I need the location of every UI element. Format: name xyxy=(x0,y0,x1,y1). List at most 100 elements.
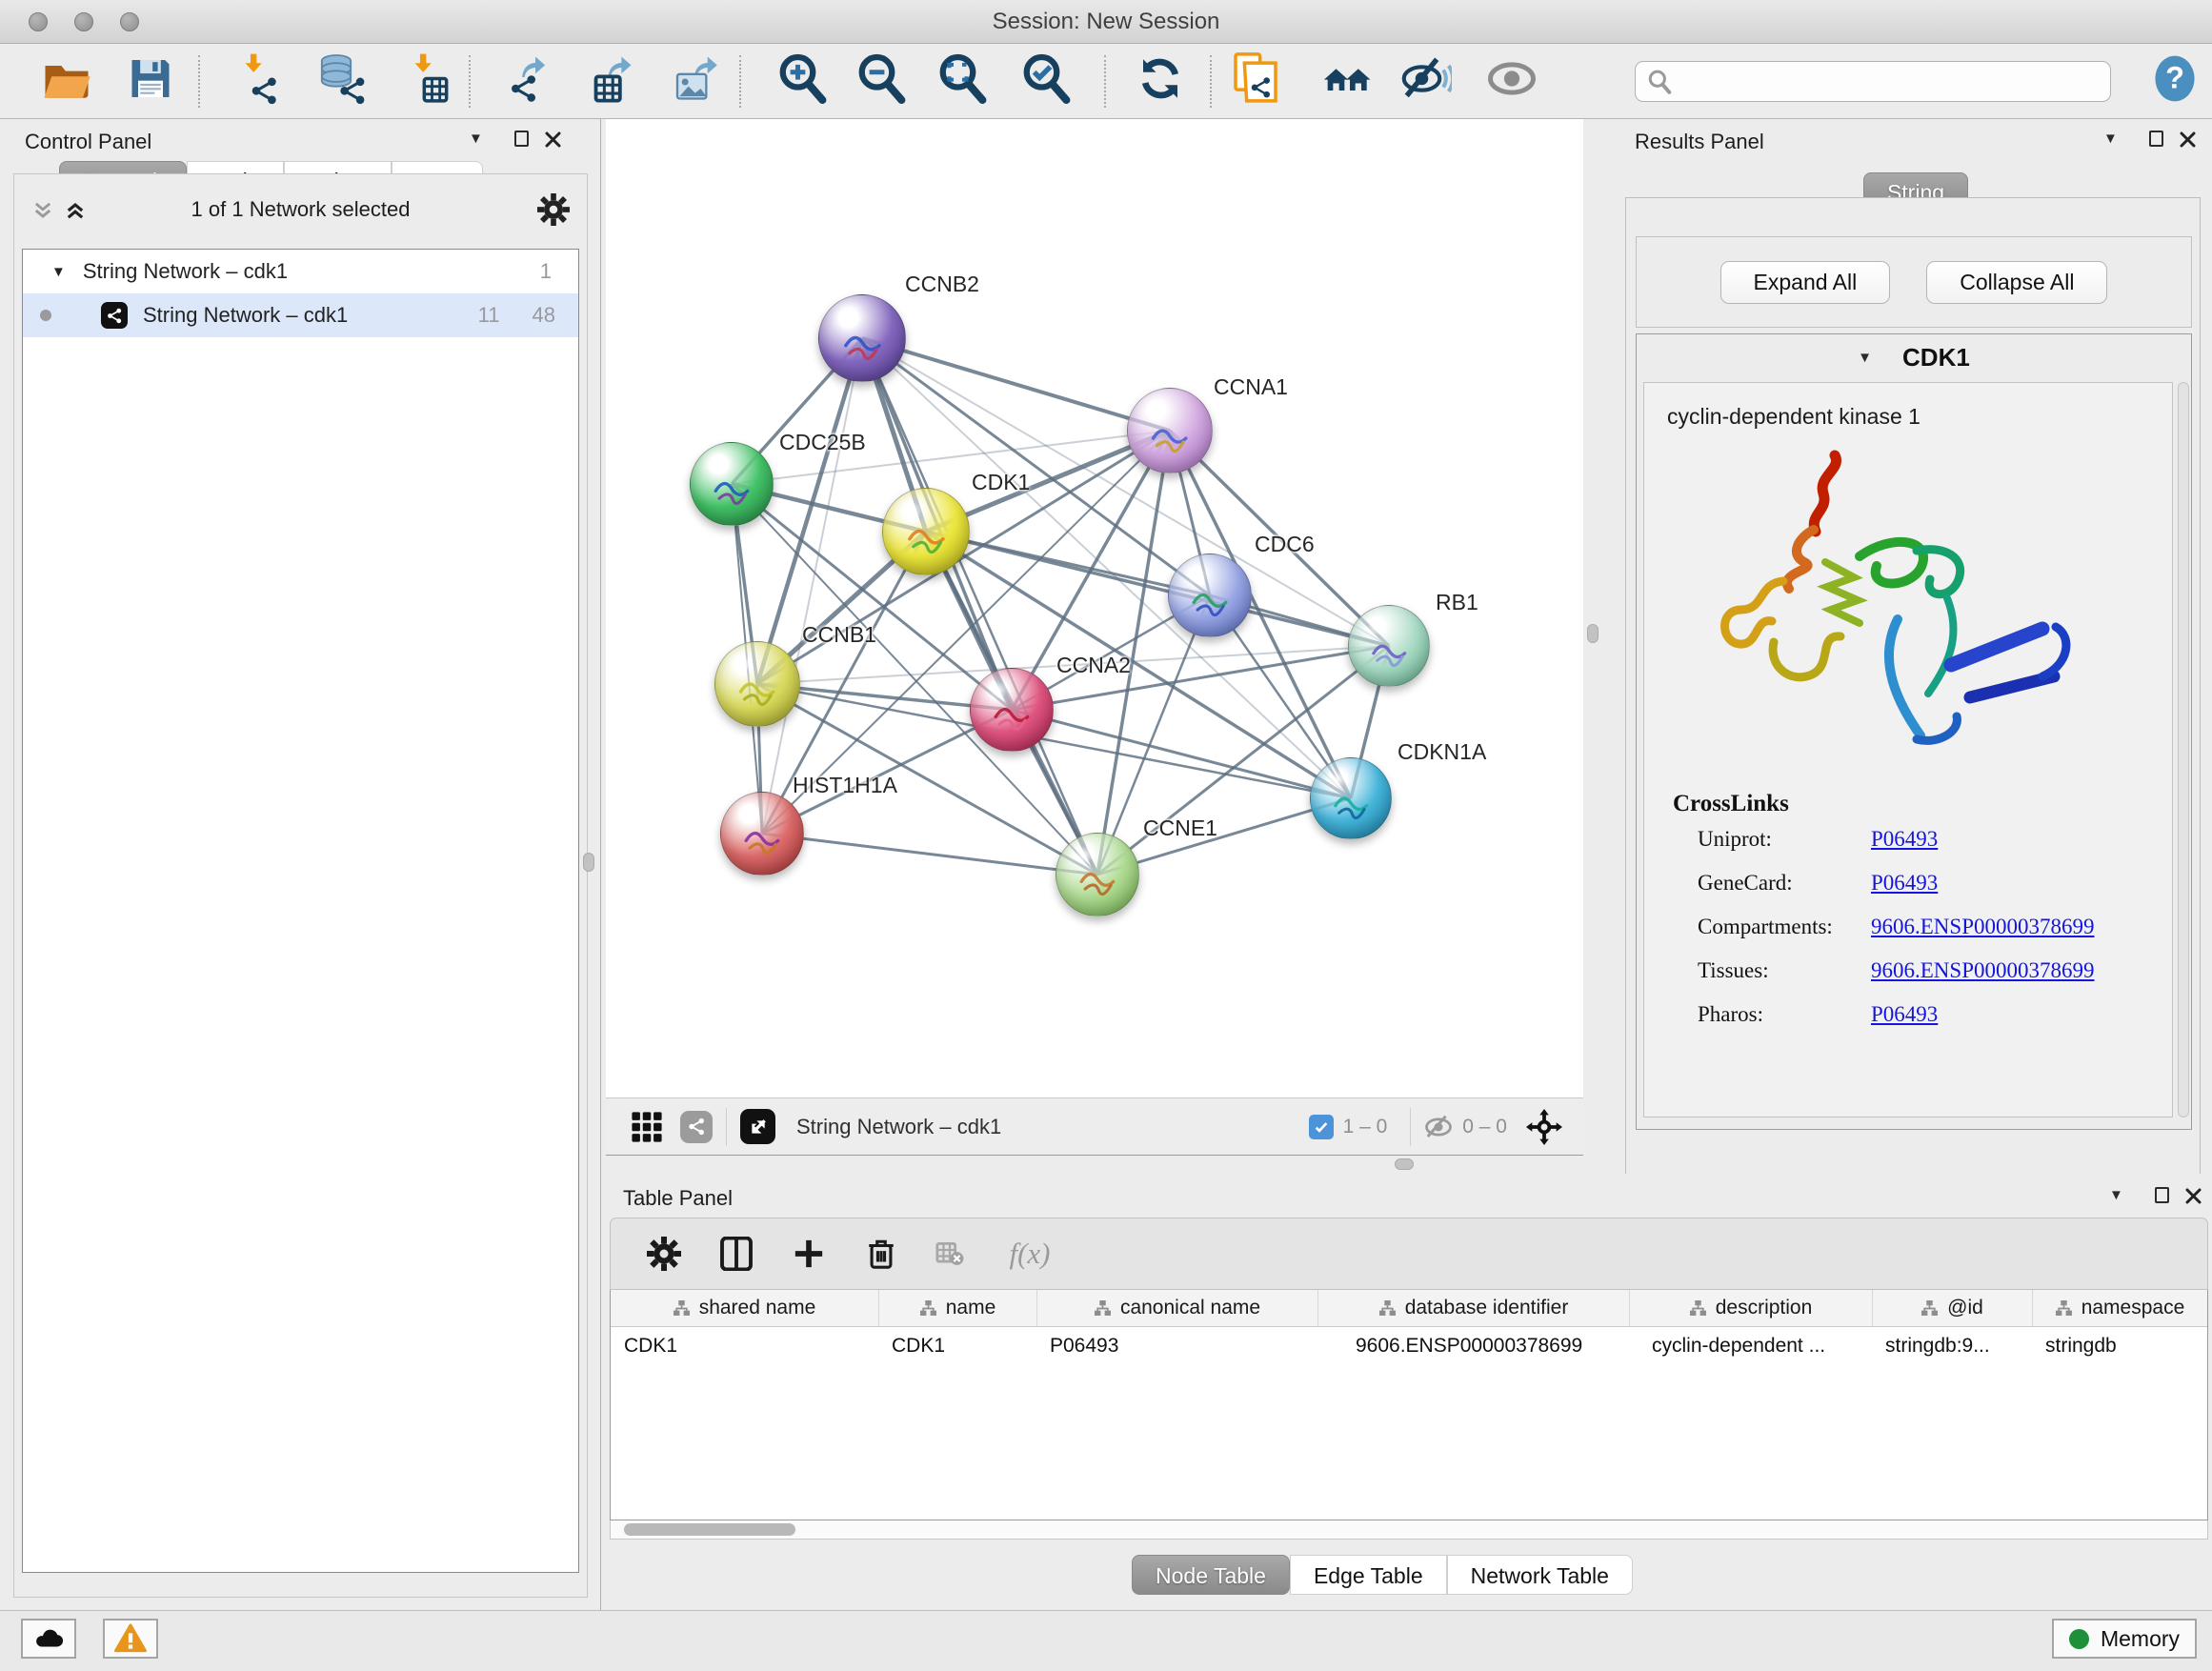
tab-network-table[interactable]: Network Table xyxy=(1447,1555,1633,1595)
network-node-CDC6[interactable] xyxy=(1168,554,1252,637)
toolbar-separator xyxy=(739,55,741,108)
tab-node-table[interactable]: Node Table xyxy=(1132,1555,1290,1595)
zoom-in-button[interactable] xyxy=(776,53,828,110)
results-panel: Results Panel ▼ String Expand All Collap… xyxy=(1619,119,2212,1174)
left-splitter-handle[interactable] xyxy=(583,853,594,872)
create-column-icon[interactable] xyxy=(793,1238,825,1270)
float-panel-icon[interactable] xyxy=(514,131,529,147)
cell-namespace[interactable]: stringdb xyxy=(2032,1327,2207,1367)
network-collection-row[interactable]: ▼ String Network – cdk1 1 xyxy=(23,250,578,293)
crosslink-link[interactable]: P06493 xyxy=(1871,827,1938,852)
collapse-panel-icon[interactable]: ▼ xyxy=(2103,131,2118,147)
network-node-CDKN1A[interactable] xyxy=(1310,757,1392,839)
column-type-icon xyxy=(1095,1300,1111,1317)
cell-name[interactable]: CDK1 xyxy=(878,1327,1036,1367)
cell-database-identifier[interactable]: 9606.ENSP00000378699 xyxy=(1317,1327,1629,1367)
network-node-HIST1H1A[interactable] xyxy=(720,792,804,876)
network-options-gear-icon[interactable] xyxy=(537,193,570,226)
search-box[interactable] xyxy=(1635,61,2111,102)
collection-expand-icon[interactable]: ▼ xyxy=(51,264,66,280)
refresh-button[interactable] xyxy=(1135,53,1186,110)
collapse-all-button[interactable]: Collapse All xyxy=(1926,261,2107,304)
show-columns-icon[interactable] xyxy=(719,1237,754,1271)
hidden-eye-icon[interactable] xyxy=(1424,1113,1453,1141)
network-node-CDC25B[interactable] xyxy=(690,442,774,526)
cell-id[interactable]: stringdb:9... xyxy=(1872,1327,2032,1367)
toolbar-separator xyxy=(1104,55,1106,108)
main-toolbar: ? xyxy=(0,44,2212,119)
table-row[interactable]: CDK1 CDK1 P06493 9606.ENSP00000378699 cy… xyxy=(611,1327,2207,1367)
function-builder-icon[interactable]: f(x) xyxy=(1009,1237,1050,1271)
delete-table-icon[interactable] xyxy=(935,1239,964,1268)
zoom-out-button[interactable] xyxy=(855,53,907,110)
save-session-button[interactable] xyxy=(126,54,175,109)
zoom-fit-button[interactable] xyxy=(936,53,988,110)
network-node-CCNA2[interactable] xyxy=(970,668,1054,752)
export-image-button[interactable] xyxy=(671,52,724,111)
export-table-button[interactable] xyxy=(587,52,640,111)
hide-unhide-button[interactable] xyxy=(1400,53,1452,110)
collapse-panel-icon[interactable]: ▼ xyxy=(2109,1187,2123,1203)
tab-edge-table[interactable]: Edge Table xyxy=(1290,1555,1447,1595)
import-network-from-file-button[interactable] xyxy=(232,52,286,111)
show-eye-icon[interactable] xyxy=(1486,53,1538,110)
help-button[interactable]: ? xyxy=(2150,54,2200,109)
crosslink-link[interactable]: P06493 xyxy=(1871,871,1938,896)
export-network-button[interactable] xyxy=(503,52,556,111)
network-canvas[interactable]: CCNB2CCNA1CDC25BCDK1CDC6RB1CCNB1CCNA2CDK… xyxy=(606,119,1583,1097)
float-panel-icon[interactable] xyxy=(2155,1187,2169,1203)
protein-collapse-icon[interactable]: ▼ xyxy=(1858,350,1872,366)
table-horizontal-scrollbar[interactable] xyxy=(610,1520,2208,1540)
zoom-selected-button[interactable] xyxy=(1020,53,1072,110)
memory-button[interactable]: Memory xyxy=(2052,1619,2197,1659)
column-header[interactable]: name xyxy=(878,1290,1036,1326)
network-node-CCNA1[interactable] xyxy=(1127,388,1213,473)
table-options-gear-icon[interactable] xyxy=(647,1237,681,1271)
selected-nodes-checkbox-icon[interactable] xyxy=(1309,1115,1334,1139)
network-node-CDK1[interactable] xyxy=(882,488,970,575)
search-icon xyxy=(1647,70,1672,94)
expand-all-button[interactable]: Expand All xyxy=(1720,261,1891,304)
import-network-from-database-button[interactable] xyxy=(316,52,370,111)
column-header[interactable]: canonical name xyxy=(1036,1290,1317,1326)
open-in-new-window-icon[interactable] xyxy=(740,1109,775,1144)
network-share-icon[interactable] xyxy=(680,1111,713,1143)
close-panel-icon[interactable] xyxy=(2180,131,2196,148)
network-node-CCNE1[interactable] xyxy=(1056,833,1139,916)
search-input[interactable] xyxy=(1672,70,2091,94)
column-header[interactable]: namespace xyxy=(2032,1290,2207,1326)
open-session-button[interactable] xyxy=(41,53,92,110)
float-panel-icon[interactable] xyxy=(2149,131,2163,147)
network-node-CCNB1[interactable] xyxy=(714,641,800,727)
import-table-from-file-button[interactable] xyxy=(402,52,455,111)
network-node-CCNB2[interactable] xyxy=(818,294,906,382)
results-scrollbar[interactable] xyxy=(2178,382,2189,1117)
column-type-icon xyxy=(920,1300,936,1317)
crosslink-link[interactable]: 9606.ENSP00000378699 xyxy=(1871,915,2095,939)
scrollbar-thumb[interactable] xyxy=(624,1523,795,1536)
column-header[interactable]: description xyxy=(1629,1290,1872,1326)
bottom-splitter-handle[interactable] xyxy=(1395,1158,1414,1170)
cloud-status-button[interactable] xyxy=(21,1619,76,1659)
column-header[interactable]: @id xyxy=(1872,1290,2032,1326)
column-header[interactable]: database identifier xyxy=(1317,1290,1629,1326)
delete-column-trash-icon[interactable] xyxy=(865,1238,897,1270)
pan-crosshair-icon[interactable] xyxy=(1526,1109,1562,1145)
crosslink-link[interactable]: 9606.ENSP00000378699 xyxy=(1871,958,2095,983)
cell-description[interactable]: cyclin-dependent ... xyxy=(1629,1327,1872,1367)
network-node-RB1[interactable] xyxy=(1348,605,1430,687)
close-panel-icon[interactable] xyxy=(2185,1188,2202,1204)
clone-network-button[interactable] xyxy=(1229,52,1282,111)
warnings-button[interactable] xyxy=(103,1619,158,1659)
network-selection-status: 1 of 1 Network selected xyxy=(14,197,587,222)
cell-canonical-name[interactable]: P06493 xyxy=(1036,1327,1317,1367)
column-header[interactable]: shared name xyxy=(611,1290,878,1326)
string-home-button[interactable] xyxy=(1319,52,1373,111)
network-row-selected[interactable]: String Network – cdk1 11 48 xyxy=(23,293,578,337)
crosslink-link[interactable]: P06493 xyxy=(1871,1002,1938,1027)
close-panel-icon[interactable] xyxy=(545,131,561,148)
collapse-panel-icon[interactable]: ▼ xyxy=(469,131,483,147)
right-splitter-handle[interactable] xyxy=(1587,624,1599,643)
birdseye-grid-icon[interactable] xyxy=(631,1111,663,1143)
cell-shared-name[interactable]: CDK1 xyxy=(611,1327,878,1367)
